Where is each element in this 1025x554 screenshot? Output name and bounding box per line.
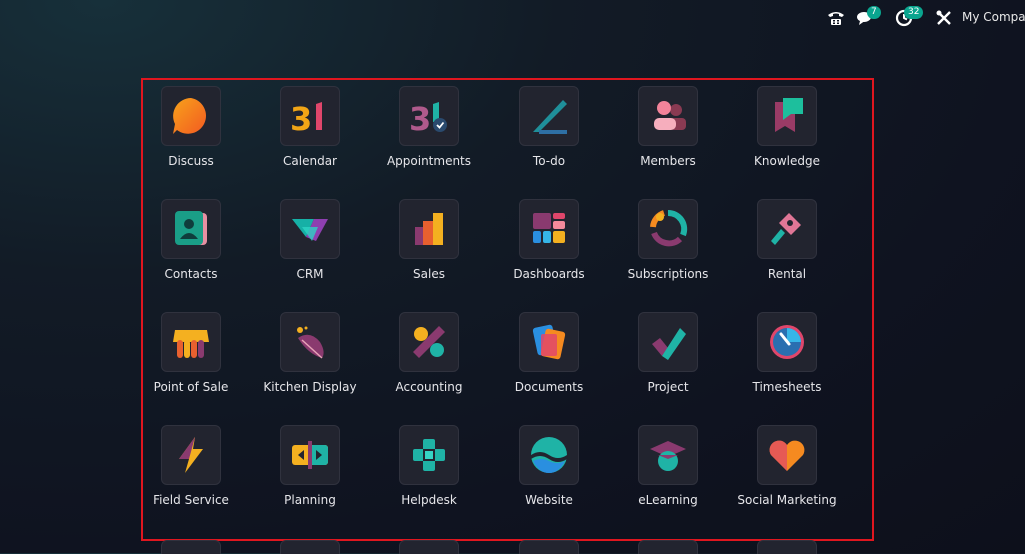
- dashboards-icon: [519, 199, 579, 259]
- knowledge-icon: [757, 86, 817, 146]
- app-label: Contacts: [164, 267, 218, 281]
- app-documents[interactable]: Documents: [494, 312, 604, 412]
- subscriptions-icon: [638, 199, 698, 259]
- app-label: Social Marketing: [737, 493, 837, 507]
- discuss-icon: [161, 86, 221, 146]
- app-label: Dashboards: [513, 267, 585, 281]
- app-label: Website: [525, 493, 573, 507]
- app-label: Helpdesk: [401, 493, 457, 507]
- social-marketing-icon: [757, 425, 817, 485]
- app-field-service[interactable]: Field Service: [136, 425, 246, 525]
- app-todo[interactable]: To-do: [494, 86, 604, 186]
- app-label: Appointments: [386, 154, 472, 168]
- app-label: To-do: [532, 154, 566, 168]
- app-label: Members: [640, 154, 696, 168]
- app-subscriptions[interactable]: Subscriptions: [613, 199, 723, 299]
- partial-app-tile[interactable]: [638, 540, 698, 554]
- app-elearning[interactable]: eLearning: [613, 425, 723, 525]
- project-icon: [638, 312, 698, 372]
- app-label: Kitchen Display: [263, 380, 357, 394]
- app-discuss[interactable]: Discuss: [136, 86, 246, 186]
- svg-text:3: 3: [409, 100, 431, 138]
- helpdesk-icon: [399, 425, 459, 485]
- contacts-icon: [161, 199, 221, 259]
- app-label: Field Service: [153, 493, 229, 507]
- app-label: Sales: [413, 267, 445, 281]
- app-planning[interactable]: Planning: [255, 425, 365, 525]
- timesheets-icon: [757, 312, 817, 372]
- app-contacts[interactable]: Contacts: [136, 199, 246, 299]
- app-crm[interactable]: CRM: [255, 199, 365, 299]
- app-label: Planning: [284, 493, 336, 507]
- tools-icon[interactable]: [934, 8, 954, 28]
- app-label: Rental: [767, 267, 807, 281]
- app-label: Discuss: [168, 154, 214, 168]
- app-label: eLearning: [638, 493, 698, 507]
- app-kitchen-display[interactable]: Kitchen Display: [255, 312, 365, 412]
- app-point-of-sale[interactable]: Point of Sale: [136, 312, 246, 412]
- app-label: Knowledge: [754, 154, 820, 168]
- app-appointments[interactable]: 3 Appointments: [374, 86, 484, 186]
- app-calendar[interactable]: 3 Calendar: [255, 86, 365, 186]
- activity-count-badge: 32: [904, 6, 924, 19]
- members-icon: [638, 86, 698, 146]
- app-label: Point of Sale: [153, 380, 229, 394]
- documents-icon: [519, 312, 579, 372]
- company-switcher[interactable]: My Company: [962, 10, 1025, 24]
- app-label: Timesheets: [752, 380, 822, 394]
- app-social-marketing[interactable]: Social Marketing: [732, 425, 842, 525]
- rental-icon: [757, 199, 817, 259]
- accounting-icon: [399, 312, 459, 372]
- calendar-icon: 3: [280, 86, 340, 146]
- app-accounting[interactable]: Accounting: [374, 312, 484, 412]
- app-timesheets[interactable]: Timesheets: [732, 312, 842, 412]
- planning-icon: [280, 425, 340, 485]
- app-label: Calendar: [283, 154, 337, 168]
- app-label: Documents: [514, 380, 584, 394]
- kitchen-display-icon: [280, 312, 340, 372]
- partial-app-tile[interactable]: [280, 540, 340, 554]
- app-rental[interactable]: Rental: [732, 199, 842, 299]
- website-icon: [519, 425, 579, 485]
- app-knowledge[interactable]: Knowledge: [732, 86, 842, 186]
- app-sales[interactable]: Sales: [374, 199, 484, 299]
- sales-icon: [399, 199, 459, 259]
- partial-app-tile[interactable]: [161, 540, 221, 554]
- app-label: Accounting: [395, 380, 463, 394]
- crm-icon: [280, 199, 340, 259]
- appointments-icon: 3: [399, 86, 459, 146]
- point-of-sale-icon: [161, 312, 221, 372]
- partial-app-tile[interactable]: [399, 540, 459, 554]
- partial-app-tile[interactable]: [519, 540, 579, 554]
- app-label: CRM: [296, 267, 324, 281]
- todo-icon: [519, 86, 579, 146]
- chat-count-badge: 7: [867, 6, 881, 19]
- app-members[interactable]: Members: [613, 86, 723, 186]
- elearning-icon: [638, 425, 698, 485]
- phone-icon[interactable]: [826, 8, 846, 28]
- app-label: Project: [647, 380, 689, 394]
- field-service-icon: [161, 425, 221, 485]
- partial-app-tile[interactable]: [757, 540, 817, 554]
- app-project[interactable]: Project: [613, 312, 723, 412]
- app-label: Subscriptions: [627, 267, 709, 281]
- svg-text:3: 3: [290, 100, 312, 138]
- app-helpdesk[interactable]: Helpdesk: [374, 425, 484, 525]
- app-dashboards[interactable]: Dashboards: [494, 199, 604, 299]
- app-website[interactable]: Website: [494, 425, 604, 525]
